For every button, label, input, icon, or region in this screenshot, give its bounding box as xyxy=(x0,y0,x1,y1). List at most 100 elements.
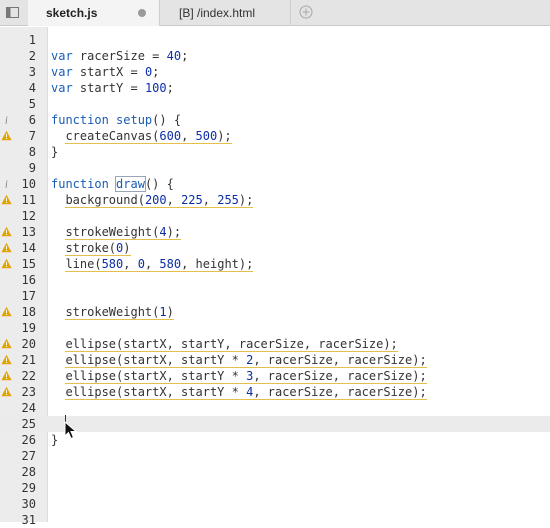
code-line[interactable]: 17 xyxy=(0,288,550,304)
code-line[interactable]: i 6 function setup() { xyxy=(0,112,550,128)
line-number: 10 xyxy=(21,177,36,191)
line-number: 15 xyxy=(21,257,36,271)
code-text: } xyxy=(51,145,59,159)
line-number: 27 xyxy=(21,449,36,463)
code-text: var startX = 0; xyxy=(51,65,160,79)
code-text: ellipse(startX, startY * 4, racerSize, r… xyxy=(65,385,427,400)
code-text: createCanvas(600, 500); xyxy=(65,129,232,144)
line-number: 14 xyxy=(21,241,36,255)
line-number: 20 xyxy=(21,337,36,351)
code-line[interactable]: 11 background(200, 225, 255); xyxy=(0,192,550,208)
line-number: 11 xyxy=(21,193,36,207)
line-number: 21 xyxy=(21,353,36,367)
code-text: strokeWeight(4); xyxy=(65,225,182,240)
line-number: 7 xyxy=(28,129,36,143)
code-text: var racerSize = 40; xyxy=(51,49,189,63)
sidebar-toggle-icon[interactable] xyxy=(6,6,19,19)
code-text: var startY = 100; xyxy=(51,81,174,95)
code-text: line(580, 0, 580, height); xyxy=(65,257,254,272)
warning-icon[interactable] xyxy=(1,386,12,397)
code-line[interactable]: 22 ellipse(startX, startY * 3, racerSize… xyxy=(0,368,550,384)
code-text: ellipse(startX, startY * 3, racerSize, r… xyxy=(65,369,427,384)
info-icon[interactable]: i xyxy=(1,114,12,126)
code-line[interactable]: 21 ellipse(startX, startY * 2, racerSize… xyxy=(0,352,550,368)
line-number: 4 xyxy=(28,81,36,95)
line-number: 22 xyxy=(21,369,36,383)
code-line[interactable]: 12 xyxy=(0,208,550,224)
code-line[interactable]: 28 xyxy=(0,464,550,480)
code-line[interactable]: 24 xyxy=(0,400,550,416)
warning-icon[interactable] xyxy=(1,370,12,381)
warning-icon[interactable] xyxy=(1,194,12,205)
warning-icon[interactable] xyxy=(1,306,12,317)
info-icon[interactable]: i xyxy=(1,178,12,190)
code-line[interactable]: 8} xyxy=(0,144,550,160)
mouse-pointer-icon xyxy=(64,421,78,440)
code-text: } xyxy=(51,433,59,447)
line-number: 25 xyxy=(21,417,36,431)
code-line[interactable]: 14 stroke(0) xyxy=(0,240,550,256)
unsaved-dot-icon[interactable] xyxy=(138,9,146,17)
code-line[interactable]: 27 xyxy=(0,448,550,464)
code-line[interactable]: 19 xyxy=(0,320,550,336)
tab-sketch-js[interactable]: sketch.js xyxy=(28,0,160,26)
svg-text:i: i xyxy=(5,180,8,190)
code-line[interactable]: 4 var startY = 100; xyxy=(0,80,550,96)
code-line[interactable]: 26} xyxy=(0,432,550,448)
code-line[interactable]: 9 xyxy=(0,160,550,176)
warning-icon[interactable] xyxy=(1,338,12,349)
code-line[interactable]: 5 xyxy=(0,96,550,112)
code-line[interactable]: 2 var racerSize = 40; xyxy=(0,48,550,64)
code-text: ellipse(startX, startY, racerSize, racer… xyxy=(65,337,398,352)
line-number: 29 xyxy=(21,481,36,495)
line-number: 24 xyxy=(21,401,36,415)
plus-circle-icon[interactable] xyxy=(299,5,313,19)
line-number: 1 xyxy=(28,33,36,47)
line-number: 18 xyxy=(21,305,36,319)
code-line[interactable]: 15 line(580, 0, 580, height); xyxy=(0,256,550,272)
code-text: function draw() { xyxy=(51,176,174,192)
line-number: 9 xyxy=(28,161,36,175)
line-number: 19 xyxy=(21,321,36,335)
line-number: 3 xyxy=(28,65,36,79)
code-line[interactable]: i 10 function draw() { xyxy=(0,176,550,192)
code-text: background(200, 225, 255); xyxy=(65,193,254,208)
code-text: ellipse(startX, startY * 2, racerSize, r… xyxy=(65,353,427,368)
line-number: 16 xyxy=(21,273,36,287)
code-line[interactable]: 3 var startX = 0; xyxy=(0,64,550,80)
tab-label: [B] /index.html xyxy=(179,6,256,20)
code-text: function setup() { xyxy=(51,113,182,127)
line-number: 17 xyxy=(21,289,36,303)
code-line[interactable]: 1 xyxy=(0,32,550,48)
line-number: 6 xyxy=(28,113,36,127)
code-line[interactable]: 18 strokeWeight(1) xyxy=(0,304,550,320)
warning-icon[interactable] xyxy=(1,258,12,269)
code-editor[interactable]: 1 2 var racerSize = 40; 3 var startX = 0; 4 va… xyxy=(0,27,550,527)
line-number: 12 xyxy=(21,209,36,223)
line-number: 2 xyxy=(28,49,36,63)
code-line[interactable]: 20 ellipse(startX, startY, racerSize, ra… xyxy=(0,336,550,352)
code-line[interactable]: 23 ellipse(startX, startY * 4, racerSize… xyxy=(0,384,550,400)
tab-index-html[interactable]: [B] /index.html xyxy=(161,0,291,26)
line-number: 26 xyxy=(21,433,36,447)
code-line[interactable]: 31 xyxy=(0,512,550,528)
code-line[interactable]: 13 strokeWeight(4); xyxy=(0,224,550,240)
code-line[interactable]: 7 createCanvas(600, 500); xyxy=(0,128,550,144)
warning-icon[interactable] xyxy=(1,130,12,141)
code-line[interactable]: 16 xyxy=(0,272,550,288)
svg-text:i: i xyxy=(5,116,8,126)
code-line[interactable]: 25 xyxy=(0,416,550,432)
line-number: 30 xyxy=(21,497,36,511)
tab-bar: sketch.js [B] /index.html xyxy=(0,0,550,26)
line-number: 23 xyxy=(21,385,36,399)
warning-icon[interactable] xyxy=(1,242,12,253)
code-text: stroke(0) xyxy=(65,241,131,256)
warning-icon[interactable] xyxy=(1,354,12,365)
code-line[interactable]: 30 xyxy=(0,496,550,512)
line-number: 8 xyxy=(28,145,36,159)
code-text: strokeWeight(1) xyxy=(65,305,174,320)
tab-label: sketch.js xyxy=(46,6,98,20)
line-number: 5 xyxy=(28,97,36,111)
warning-icon[interactable] xyxy=(1,226,12,237)
code-line[interactable]: 29 xyxy=(0,480,550,496)
